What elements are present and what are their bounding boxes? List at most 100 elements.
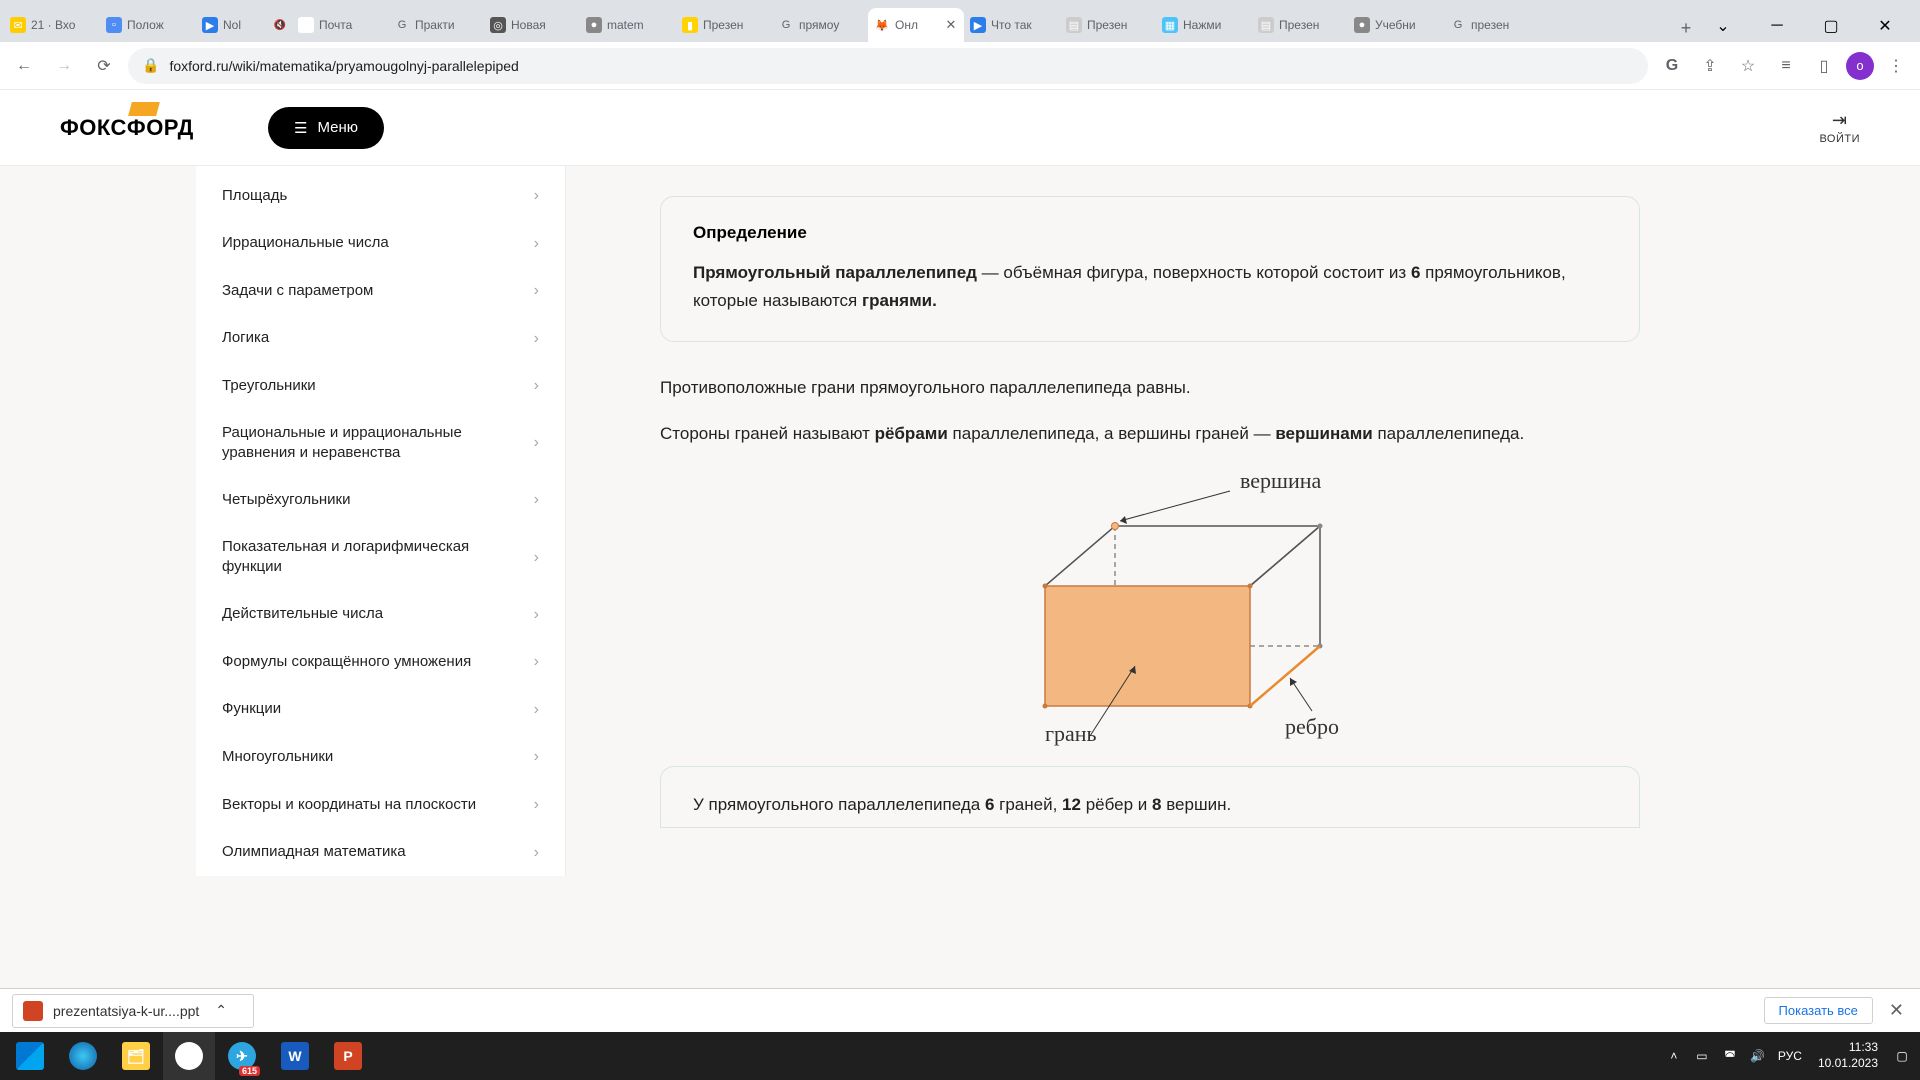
mute-icon[interactable]: 🔇 (274, 20, 286, 31)
taskbar-telegram[interactable]: ✈615 (216, 1032, 268, 1080)
sidebar-item[interactable]: Функции› (196, 686, 565, 734)
tab-favicon: 🦊 (874, 17, 890, 33)
new-tab-button[interactable]: + (1672, 14, 1700, 42)
sidebar-item[interactable]: Иррациональные числа› (196, 220, 565, 268)
taskbar-word[interactable]: W (269, 1032, 321, 1080)
chevron-up-icon[interactable]: ⌃ (215, 1002, 227, 1019)
browser-tab[interactable]: ▦Нажми✕ (1156, 8, 1252, 42)
browser-tab[interactable]: ✉Почта✕ (292, 8, 388, 42)
notifications-icon[interactable]: ▢ (1888, 1032, 1916, 1080)
language-indicator[interactable]: РУС (1772, 1032, 1808, 1080)
share-icon[interactable]: ⇪ (1694, 50, 1726, 82)
chevron-right-icon: › (534, 794, 539, 816)
tab-favicon: G (778, 17, 794, 33)
sidebar-item-label: Четырёхугольники (222, 490, 351, 510)
parallelepiped-figure: вершина (660, 466, 1640, 746)
sidebar-item-label: Формулы сокращённого умножения (222, 652, 471, 672)
browser-tab[interactable]: ▤Презен✕ (1060, 8, 1156, 42)
browser-tab[interactable]: ●matem✕ (580, 8, 676, 42)
browser-tab[interactable]: ✉21 · Вхо✕ (4, 8, 100, 42)
browser-tab[interactable]: ▫Полож✕ (100, 8, 196, 42)
site-logo[interactable]: ФОКСФОРД (60, 108, 240, 148)
download-item[interactable]: prezentatsiya-k-ur....ppt ⌃ (12, 994, 254, 1028)
wifi-icon[interactable]: ◚ (1716, 1032, 1744, 1080)
chrome-menu-icon[interactable]: ⋮ (1880, 50, 1912, 82)
sidebar-item[interactable]: Задачи с параметром› (196, 267, 565, 315)
browser-tab[interactable]: Gпрямоу✕ (772, 8, 868, 42)
sidebar-item[interactable]: Формулы сокращённого умножения› (196, 638, 565, 686)
sidebar-item-label: Олимпиадная математика (222, 842, 406, 862)
chevron-right-icon: › (534, 842, 539, 864)
reading-list-icon[interactable]: ≡ (1770, 50, 1802, 82)
sidebar: Площадь›Иррациональные числа›Задачи с па… (196, 166, 566, 876)
tab-favicon: ▮ (682, 17, 698, 33)
tab-title: matem (607, 18, 670, 32)
sidebar-item[interactable]: Векторы и координаты на плоскости› (196, 781, 565, 829)
profile-avatar[interactable]: o (1846, 52, 1874, 80)
side-panel-icon[interactable]: ▯ (1808, 50, 1840, 82)
ppt-file-icon (23, 1001, 43, 1021)
tabs-dropdown-icon[interactable]: ⌄ (1700, 10, 1746, 42)
article: Определение Прямоугольный параллелепипед… (620, 166, 1680, 858)
back-button[interactable]: ← (8, 50, 40, 82)
sidebar-item[interactable]: Рациональные и иррациональные уравнения … (196, 410, 565, 477)
page-content: Площадь›Иррациональные числа›Задачи с па… (0, 166, 1920, 1032)
browser-tab[interactable]: Gпрезен✕ (1444, 8, 1540, 42)
menu-button[interactable]: ☰ Меню (268, 107, 384, 149)
vertex-label: вершина (1240, 468, 1322, 493)
browser-tab[interactable]: GПракти✕ (388, 8, 484, 42)
tab-title: Презен (1279, 18, 1342, 32)
volume-icon[interactable]: 🔊 (1744, 1032, 1772, 1080)
reload-button[interactable]: ⟳ (88, 50, 120, 82)
browser-tab[interactable]: ▮Презен✕ (676, 8, 772, 42)
tab-favicon: ● (1354, 17, 1370, 33)
tab-favicon: ▫ (106, 17, 122, 33)
taskbar-edge[interactable] (57, 1032, 109, 1080)
tab-favicon: ▤ (1258, 17, 1274, 33)
taskbar-powerpoint[interactable]: P (322, 1032, 374, 1080)
face-label: грань (1045, 721, 1097, 746)
sidebar-item[interactable]: Треугольники› (196, 362, 565, 410)
chevron-right-icon: › (534, 547, 539, 569)
browser-tabs-bar: ✉21 · Вхо✕▫Полож✕▶Nol🔇✕✉Почта✕GПракти✕◎Н… (0, 0, 1920, 42)
bookmark-icon[interactable]: ☆ (1732, 50, 1764, 82)
sidebar-item[interactable]: Действительные числа› (196, 591, 565, 639)
taskbar-explorer[interactable]: 🗂 (110, 1032, 162, 1080)
sidebar-item[interactable]: Многоугольники› (196, 733, 565, 781)
sidebar-item[interactable]: Четырёхугольники› (196, 476, 565, 524)
sidebar-item[interactable]: Площадь› (196, 172, 565, 220)
close-window-button[interactable]: ✕ (1862, 10, 1908, 42)
system-clock[interactable]: 11:33 10.01.2023 (1808, 1040, 1888, 1071)
tab-favicon: ◎ (490, 17, 506, 33)
definition-text: Прямоугольный параллелепипед — объёмная … (693, 259, 1607, 315)
tab-favicon: ● (586, 17, 602, 33)
browser-tab[interactable]: ▶Nol🔇✕ (196, 8, 292, 42)
show-all-downloads-button[interactable]: Показать все (1764, 997, 1873, 1024)
maximize-button[interactable]: ▢ (1808, 10, 1854, 42)
login-link[interactable]: ⇥ ВОЙТИ (1819, 110, 1860, 145)
browser-tab[interactable]: ▤Презен✕ (1252, 8, 1348, 42)
minimize-button[interactable]: ─ (1754, 10, 1800, 42)
taskbar-chrome[interactable]: ◉ (163, 1032, 215, 1080)
url-input[interactable]: 🔒 foxford.ru/wiki/matematika/pryamougoln… (128, 48, 1648, 84)
start-button[interactable] (4, 1032, 56, 1080)
sidebar-item[interactable]: Логика› (196, 315, 565, 363)
google-search-icon[interactable]: G (1656, 50, 1688, 82)
chevron-right-icon: › (534, 185, 539, 207)
browser-tab[interactable]: ◎Новая✕ (484, 8, 580, 42)
browser-tab[interactable]: 🦊 Онл ✕ (868, 8, 964, 42)
browser-tab[interactable]: ▶Что так✕ (964, 8, 1060, 42)
close-downloads-bar-button[interactable]: ✕ (1885, 1000, 1908, 1021)
tab-title: Nol (223, 18, 269, 32)
browser-tab[interactable]: ●Учебни✕ (1348, 8, 1444, 42)
tab-title: Онл (895, 18, 939, 32)
downloads-bar: prezentatsiya-k-ur....ppt ⌃ Показать все… (0, 988, 1920, 1032)
sidebar-item-label: Рациональные и иррациональные уравнения … (222, 423, 522, 464)
sidebar-item[interactable]: Показательная и логарифмическая функции› (196, 524, 565, 591)
sidebar-item[interactable]: Олимпиадная математика › (196, 829, 565, 877)
forward-button[interactable]: → (48, 50, 80, 82)
close-tab-icon[interactable]: ✕ (944, 18, 958, 32)
tab-title: презен (1471, 18, 1534, 32)
battery-icon[interactable]: ▭ (1688, 1032, 1716, 1080)
tray-expand-icon[interactable]: ˄ (1660, 1032, 1688, 1080)
